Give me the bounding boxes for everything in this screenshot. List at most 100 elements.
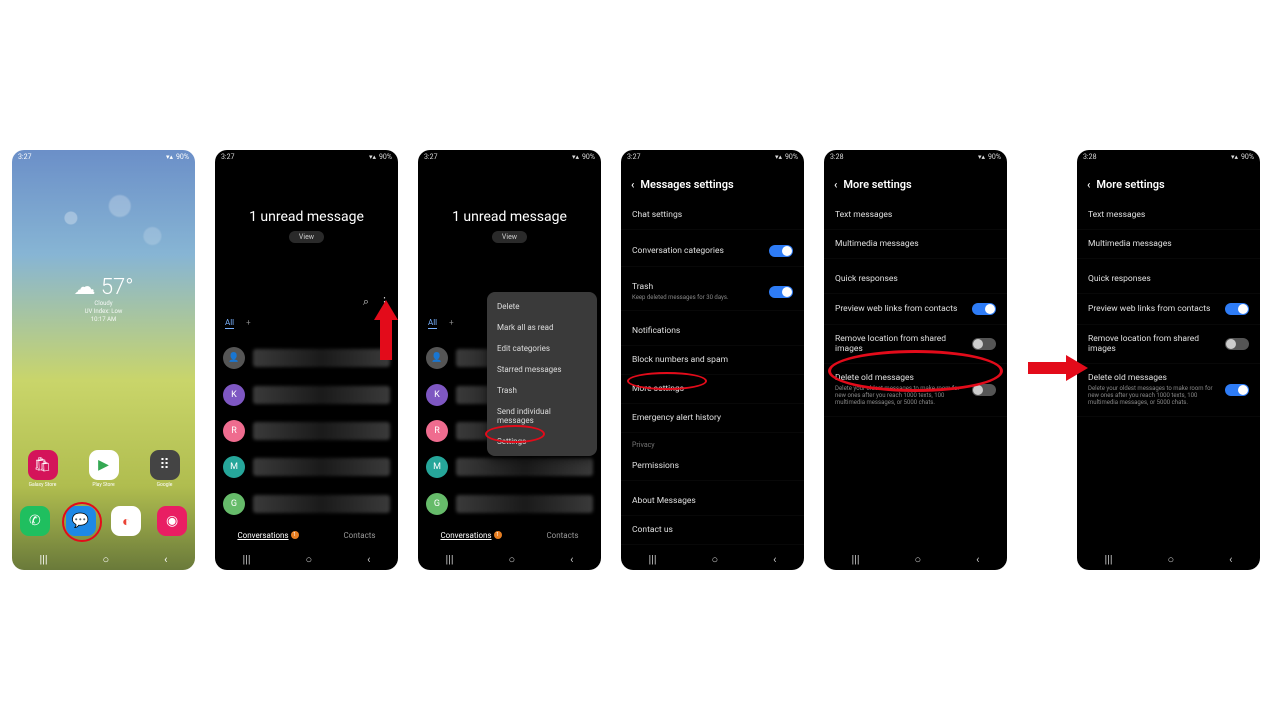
row-conversation-categories[interactable]: Conversation categories [621,236,804,267]
signal-icon: ▾▴ [369,153,376,161]
nav-home[interactable]: ○ [712,553,719,566]
redacted-text [253,458,390,476]
toggle-trash[interactable] [769,286,793,298]
app-play-store[interactable]: ▶ [89,450,119,480]
nav-home[interactable]: ○ [103,553,110,566]
row-quick-responses[interactable]: Quick responses [824,265,1007,294]
row-block-spam[interactable]: Block numbers and spam [621,346,804,375]
nav-recents[interactable]: ||| [851,553,859,566]
nav-back[interactable]: ‹ [570,553,573,566]
row-remove-location[interactable]: Remove location from shared images [1077,325,1260,364]
system-nav: ||| ○ ‹ [1077,548,1260,570]
toggle-preview-links[interactable] [1225,303,1249,315]
row-notifications[interactable]: Notifications [621,317,804,346]
tab-contacts[interactable]: Contacts [546,531,578,540]
nav-home[interactable]: ○ [509,553,516,566]
battery-text: 90% [988,153,1001,161]
system-nav: ||| ○ ‹ [621,548,804,570]
menu-starred[interactable]: Starred messages [487,359,597,380]
nav-home[interactable]: ○ [1168,553,1175,566]
nav-recents[interactable]: ||| [242,553,250,566]
tab-all[interactable]: All [428,318,437,329]
tab-conversations[interactable]: Conversations1 [440,531,501,540]
row-emergency-alerts[interactable]: Emergency alert history [621,404,804,433]
menu-edit-categories[interactable]: Edit categories [487,338,597,359]
row-permissions[interactable]: Permissions [621,452,804,481]
menu-delete[interactable]: Delete [487,296,597,317]
annotation-arrow-up [374,300,398,360]
list-item[interactable]: M [215,449,398,485]
nav-home[interactable]: ○ [915,553,922,566]
status-time: 3:27 [18,153,32,161]
app-chrome[interactable]: ◐ [111,506,141,536]
back-icon[interactable]: ‹ [834,178,837,191]
weather-temp: 57° [101,275,134,300]
back-icon[interactable]: ‹ [1087,178,1090,191]
nav-back[interactable]: ‹ [1229,553,1232,566]
toggle-remove-location[interactable] [972,338,996,350]
panel-messages-list: 3:27 ▾▴90% 1 unread message View ⌕ ⋮ All… [215,150,398,570]
app-phone[interactable]: ✆ [20,506,50,536]
panel-messages-settings: 3:27▾▴90% ‹ Messages settings Chat setti… [621,150,804,570]
toggle-preview-links[interactable] [972,303,996,315]
nav-recents[interactable]: ||| [1104,553,1112,566]
tab-add[interactable]: + [449,318,454,329]
app-galaxy-store[interactable]: 🛍 [28,450,58,480]
nav-back[interactable]: ‹ [367,553,370,566]
weather-widget[interactable]: ☁ 57° Cloudy UV Index: Low 10:17 AM [12,275,195,323]
list-item[interactable]: K [215,376,398,412]
back-icon[interactable]: ‹ [631,178,634,191]
row-delete-old-messages[interactable]: Delete old messagesDelete your oldest me… [1077,364,1260,417]
avatar: 👤 [223,347,245,369]
menu-mark-read[interactable]: Mark all as read [487,317,597,338]
battery-text: 90% [1241,153,1254,161]
nav-back[interactable]: ‹ [773,553,776,566]
status-time: 3:27 [221,153,235,161]
list-item[interactable]: R [215,413,398,449]
nav-recents[interactable]: ||| [648,553,656,566]
nav-recents[interactable]: ||| [39,553,47,566]
row-multimedia-messages[interactable]: Multimedia messages [1077,230,1260,259]
row-chat-settings[interactable]: Chat settings [621,201,804,230]
row-quick-responses[interactable]: Quick responses [1077,265,1260,294]
panel-home-screen: 3:27 ▾▴ 90% ☁ 57° Cloudy UV Index: Low 1… [12,150,195,570]
view-button[interactable]: View [289,231,324,243]
app-google-folder[interactable]: ⠿ [150,450,180,480]
app-camera[interactable]: ◉ [157,506,187,536]
menu-trash[interactable]: Trash [487,380,597,401]
view-button[interactable]: View [492,231,527,243]
row-trash[interactable]: TrashKeep deleted messages for 30 days. [621,273,804,311]
nav-home[interactable]: ○ [306,553,313,566]
row-text-messages[interactable]: Text messages [824,201,1007,230]
annotation-oval-more-settings [627,372,707,390]
list-item[interactable]: 👤 [215,340,398,376]
unread-headline: 1 unread message [215,209,398,225]
list-item[interactable]: G [215,486,398,522]
tab-add[interactable]: + [246,318,251,329]
list-item[interactable]: G [418,486,601,522]
row-preview-links[interactable]: Preview web links from contacts [1077,294,1260,325]
battery-text: 90% [785,153,798,161]
tab-contacts[interactable]: Contacts [343,531,375,540]
avatar: R [426,420,448,442]
annotation-oval-settings [485,425,545,443]
settings-header: ‹ More settings [824,164,1007,201]
tab-conversations[interactable]: Conversations1 [237,531,298,540]
toggle-delete-old[interactable] [1225,384,1249,396]
row-preview-links[interactable]: Preview web links from contacts [824,294,1007,325]
row-contact-us[interactable]: Contact us [621,516,804,545]
status-time: 3:27 [424,153,438,161]
toggle-categories[interactable] [769,245,793,257]
toggle-remove-location[interactable] [1225,338,1249,350]
search-icon[interactable]: ⌕ [363,295,369,309]
tab-all[interactable]: All [225,318,234,329]
conversation-list: 👤 K R M G [215,340,398,522]
nav-recents[interactable]: ||| [445,553,453,566]
row-multimedia-messages[interactable]: Multimedia messages [824,230,1007,259]
signal-icon: ▾▴ [572,153,579,161]
nav-back[interactable]: ‹ [164,553,167,566]
nav-back[interactable]: ‹ [976,553,979,566]
redacted-text [253,495,390,513]
row-about[interactable]: About Messages [621,487,804,516]
row-text-messages[interactable]: Text messages [1077,201,1260,230]
